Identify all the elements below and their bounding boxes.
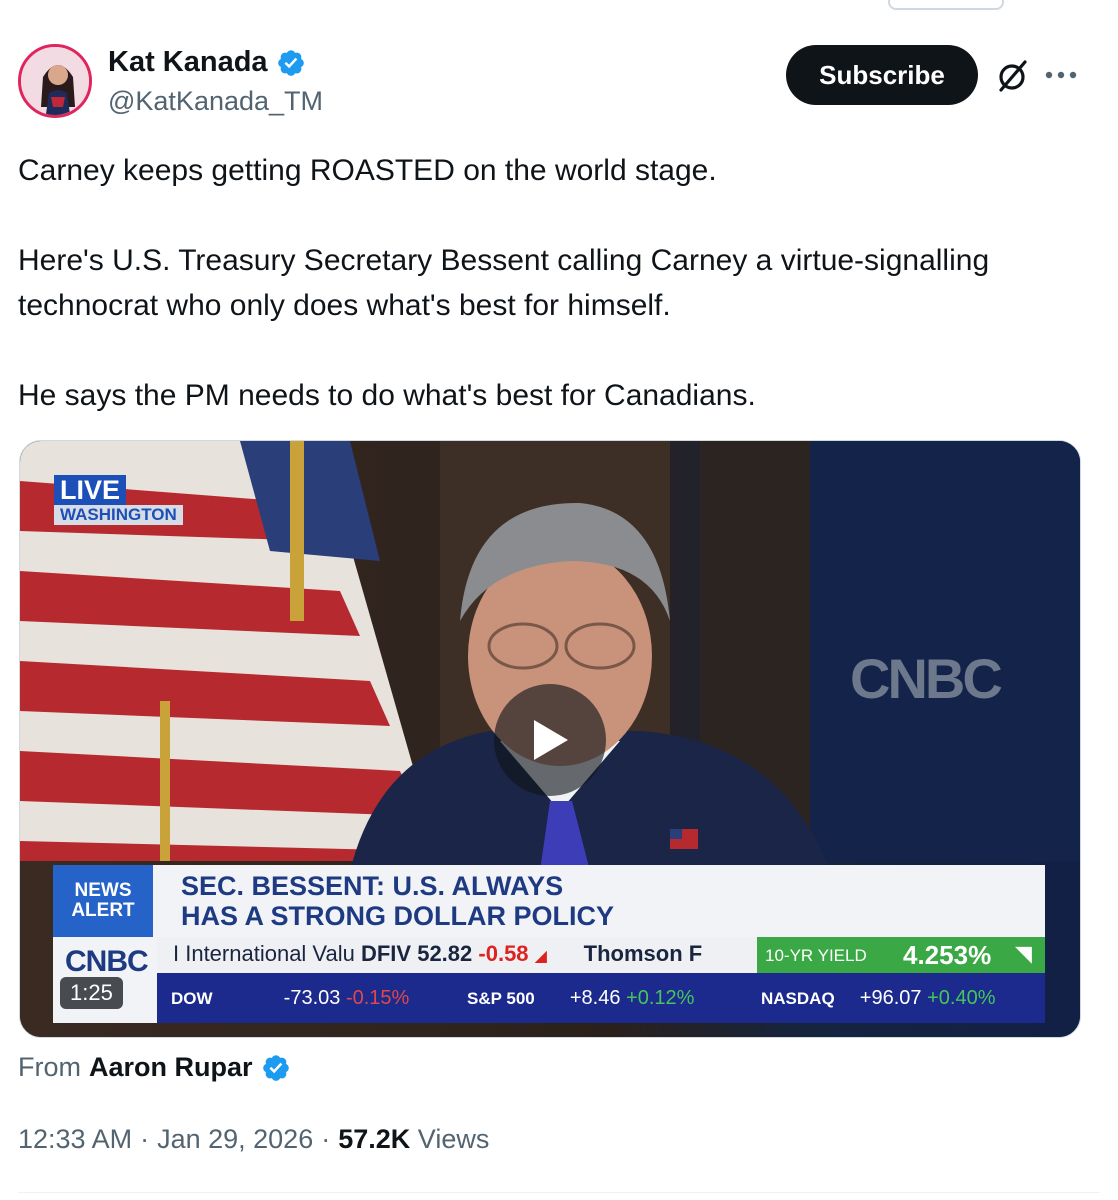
market-row: DOW -73.03 -0.15% S&P 500 +8.46 +0.12% N… (53, 973, 1045, 1023)
headline-line1: SEC. BESSENT: U.S. ALWAYS (181, 871, 564, 901)
yield-down-arrow-icon: ◥ (1015, 941, 1032, 966)
news-chyron: NEWS ALERT SEC. BESSENT: U.S. ALWAYS HAS… (53, 865, 1045, 937)
ticker-symbol: DFIV (360, 941, 412, 966)
tweet-date[interactable]: Jan 29, 2026 (157, 1124, 313, 1155)
slashed-circle-icon[interactable] (994, 58, 1030, 94)
tweet-paragraph: He says the PM needs to do what's best f… (18, 379, 756, 412)
video-source: From Aaron Rupar (18, 1052, 291, 1083)
ticker-row: I International Valu DFIV 52.82 -0.58 ◢ … (53, 937, 1045, 973)
cnbc-logo-text: CNBC (65, 945, 149, 978)
tweet-meta: 12:33 AM · Jan 29, 2026 · 57.2K Views (18, 1124, 489, 1155)
news-alert-line2: ALERT (71, 900, 135, 921)
ticker-text: I International Valu DFIV 52.82 -0.58 ◢ … (173, 941, 702, 967)
wall-logo: CNBC (850, 647, 1003, 710)
tweet-time[interactable]: 12:33 AM (18, 1124, 132, 1155)
news-alert-box: NEWS ALERT (53, 865, 153, 937)
source-name[interactable]: Aaron Rupar (89, 1052, 253, 1083)
video-player[interactable]: LIVE WASHINGTON CNBC NEWS ALERT SEC. BES… (19, 440, 1081, 1038)
headline-line2: HAS A STRONG DOLLAR POLICY (181, 901, 615, 931)
more-dots-icon[interactable] (1044, 70, 1078, 80)
yield-value: 4.253% (903, 940, 992, 970)
verified-badge-icon (277, 49, 304, 76)
divider (18, 1192, 1100, 1193)
market-pct: +0.40% (927, 987, 996, 1009)
chyron-headline: SEC. BESSENT: U.S. ALWAYS HAS A STRONG D… (181, 871, 614, 931)
market-dow: DOW -73.03 -0.15% (171, 987, 409, 1010)
ticker-price: 52.82 (417, 941, 473, 966)
meta-separator: · (321, 1124, 331, 1154)
live-label: LIVE (54, 475, 127, 505)
tweet-paragraph: Here's U.S. Treasury Secretary Bessent c… (18, 244, 990, 322)
market-nasdaq: NASDAQ +96.07 +0.40% (761, 987, 995, 1010)
market-value: +96.07 (859, 987, 922, 1009)
yield-label: 10-YR YIELD (765, 946, 867, 965)
previous-card-edge (888, 0, 1004, 10)
tweet-text: Carney keeps getting ROASTED on the worl… (18, 148, 1098, 418)
market-value: -73.03 (283, 987, 341, 1009)
from-label: From (18, 1052, 81, 1082)
ticker-next: Thomson F (583, 941, 703, 966)
location-label: WASHINGTON (54, 505, 183, 525)
down-triangle-icon: ◢ (534, 948, 547, 965)
play-icon (534, 720, 568, 760)
views-count: 57.2K (338, 1124, 411, 1154)
avatar[interactable] (18, 44, 92, 118)
market-label: DOW (171, 989, 213, 1008)
ticker-name: I International Valu (173, 941, 355, 966)
market-label: NASDAQ (761, 989, 835, 1008)
meta-separator: · (140, 1124, 150, 1154)
news-alert-line1: NEWS (74, 880, 132, 901)
author-handle[interactable]: @KatKanada_TM (108, 86, 323, 117)
verified-badge-icon (262, 1054, 289, 1081)
play-button[interactable] (494, 684, 606, 796)
live-badge: LIVE WASHINGTON (54, 475, 183, 525)
market-sp500: S&P 500 +8.46 +0.12% (467, 987, 694, 1010)
tweet-paragraph: Carney keeps getting ROASTED on the worl… (18, 154, 717, 187)
ticker-change: -0.58 (478, 941, 529, 966)
avatar-image (21, 47, 89, 115)
market-pct: +0.12% (626, 987, 695, 1009)
author-name[interactable]: Kat Kanada (108, 46, 268, 79)
market-value: +8.46 (569, 987, 621, 1009)
yield-box: 10-YR YIELD 4.253% ◥ (757, 937, 1045, 973)
video-duration: 1:25 (60, 977, 123, 1009)
market-pct: -0.15% (345, 987, 410, 1009)
market-label: S&P 500 (467, 989, 535, 1008)
views-label: Views (417, 1124, 490, 1154)
subscribe-button[interactable]: Subscribe (786, 45, 978, 105)
author-name-row[interactable]: Kat Kanada (108, 46, 306, 79)
